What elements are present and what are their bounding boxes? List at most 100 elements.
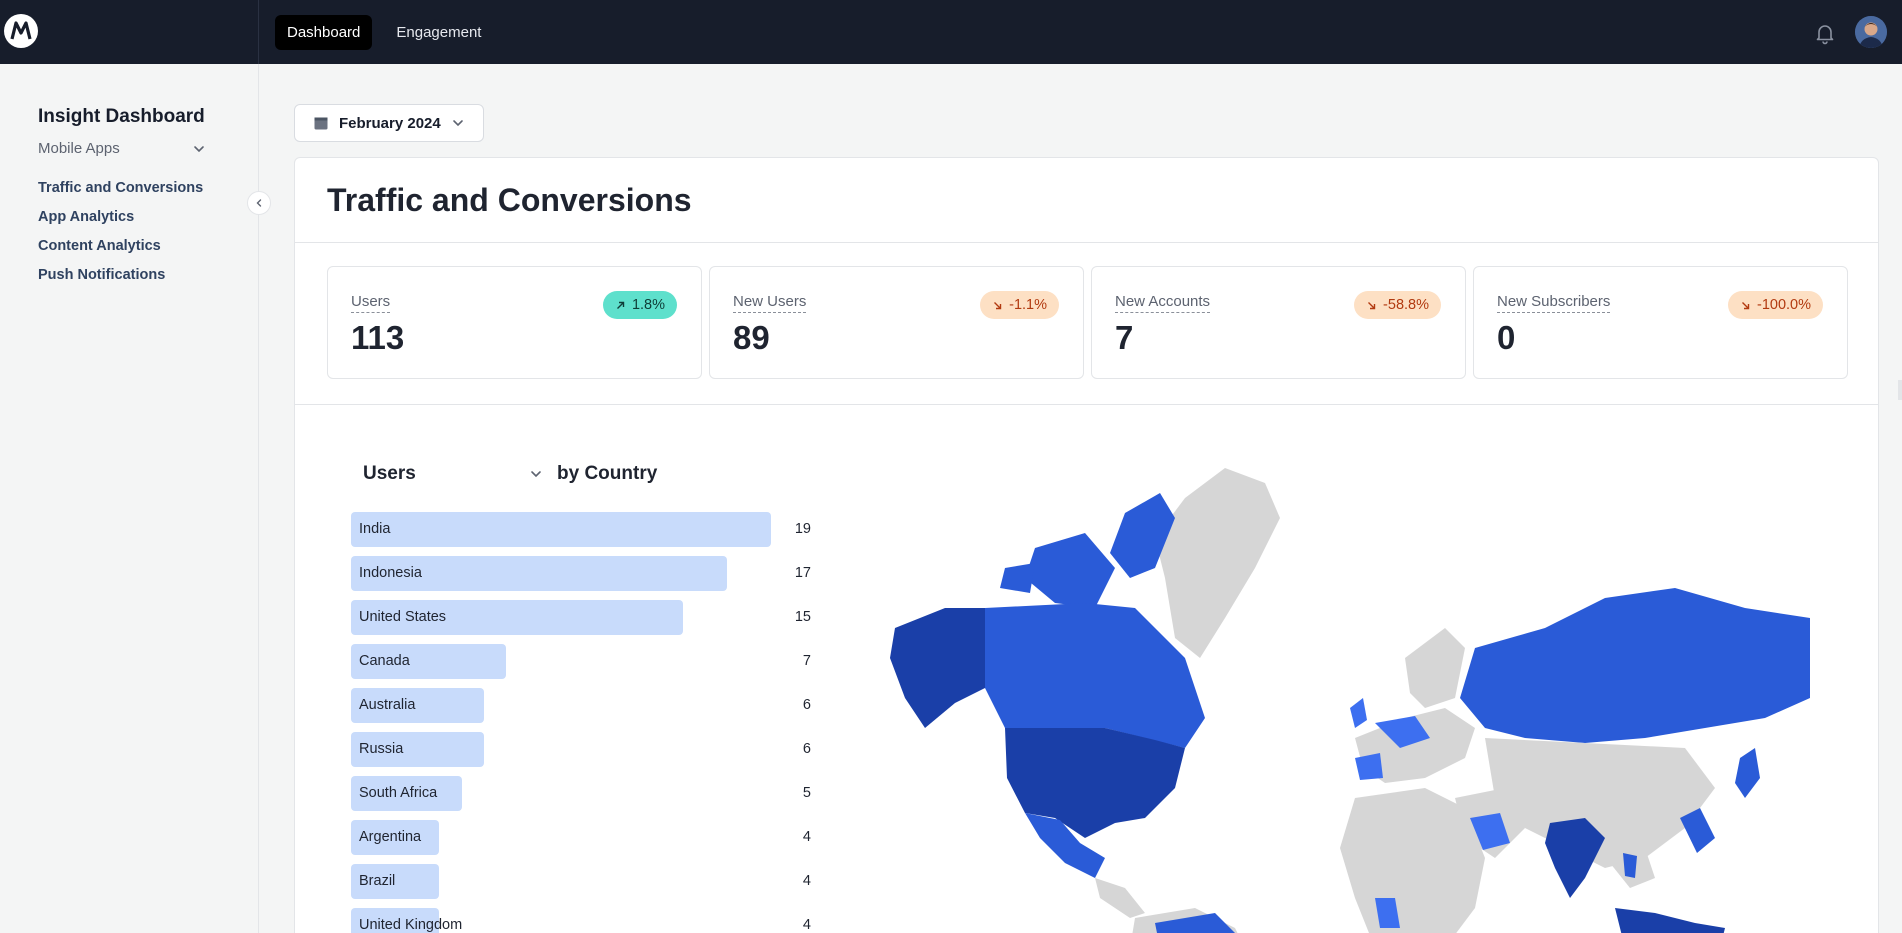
world-map (890, 468, 1810, 933)
stat-label: New Accounts (1115, 293, 1211, 313)
country-row[interactable]: Australia 6 (351, 688, 811, 723)
country-label: Canada (359, 653, 410, 669)
change-value: 1.8% (631, 297, 665, 313)
date-picker[interactable]: February 2024 (294, 104, 484, 142)
logo-m-icon (7, 17, 35, 45)
country-label: United States (359, 609, 447, 625)
map-asia[interactable] (1485, 738, 1715, 868)
user-avatar[interactable] (1855, 16, 1887, 48)
sidebar-collapse-button[interactable] (247, 191, 271, 215)
map-central-america[interactable] (1095, 878, 1145, 918)
country-label: Australia (359, 697, 416, 713)
change-badge: -1.1% (980, 291, 1059, 319)
map-europe[interactable] (1355, 708, 1475, 783)
country-row[interactable]: Indonesia 17 (351, 556, 811, 591)
map-africa[interactable] (1340, 788, 1485, 933)
stat-cards: Users 113 1.8% New Users 89 -1.1% New Ac… (327, 266, 1848, 379)
map-canada-arctic[interactable] (1000, 493, 1175, 608)
country-label: United Kingdom (359, 917, 463, 933)
metric-selector[interactable]: Users (363, 463, 543, 485)
calendar-icon (314, 117, 328, 130)
arrow-down-right-icon (1741, 301, 1750, 309)
country-value: 6 (802, 697, 811, 713)
map-indonesia[interactable] (1615, 908, 1725, 933)
country-label: Russia (359, 741, 404, 757)
country-value: 4 (802, 917, 811, 933)
stat-card-new-accounts[interactable]: New Accounts 7 -58.8% (1091, 266, 1466, 379)
app-logo[interactable] (4, 14, 38, 48)
arrow-up-right-icon (616, 301, 625, 309)
stat-label: New Subscribers (1497, 293, 1611, 313)
stat-value: 89 (733, 319, 770, 356)
country-value: 7 (802, 653, 811, 669)
stat-label: Users (351, 293, 391, 313)
map-south-america[interactable] (1130, 908, 1245, 933)
map-scandinavia[interactable] (1405, 628, 1465, 708)
sidebar-item-push-notifications[interactable]: Push Notifications (38, 267, 203, 283)
map-canada[interactable] (985, 603, 1205, 748)
chevron-down-icon (531, 471, 541, 478)
stat-card-users[interactable]: Users 113 1.8% (327, 266, 702, 379)
country-value: 4 (802, 873, 811, 889)
top-navigation-bar: Dashboard Engagement (0, 0, 1902, 64)
arrow-down-right-icon (1368, 301, 1376, 309)
tab-dashboard[interactable]: Dashboard (275, 15, 373, 50)
app-selector-label: Mobile Apps (38, 140, 120, 157)
stat-card-new-subscribers[interactable]: New Subscribers 0 -100.0% (1473, 266, 1848, 379)
country-value: 6 (802, 741, 811, 757)
divider (295, 242, 1878, 243)
traffic-card: Traffic and Conversions Users 113 1.8% N… (294, 157, 1879, 933)
country-bar (351, 512, 771, 547)
country-value: 19 (794, 521, 811, 537)
country-row[interactable]: Canada 7 (351, 644, 811, 679)
map-greenland[interactable] (1155, 468, 1280, 658)
stat-value: 7 (1115, 319, 1134, 356)
chevron-left-icon (256, 199, 262, 207)
page-title: Traffic and Conversions (327, 182, 692, 218)
chevron-down-icon (194, 145, 204, 152)
country-row[interactable]: United States 15 (351, 600, 811, 635)
country-value: 15 (794, 609, 811, 625)
sidebar-title: Insight Dashboard (38, 106, 205, 127)
chevron-down-icon (452, 120, 463, 127)
bell-icon[interactable] (1813, 21, 1837, 45)
change-value: -1.1% (1009, 297, 1047, 313)
topbar-divider (258, 0, 259, 64)
country-row[interactable]: Brazil 4 (351, 864, 811, 899)
sidebar-item-content-analytics[interactable]: Content Analytics (38, 238, 203, 254)
tab-engagement[interactable]: Engagement (384, 15, 493, 50)
stat-label: New Users (733, 293, 807, 313)
map-japan[interactable] (1735, 748, 1760, 798)
country-label: Indonesia (359, 565, 422, 581)
country-value: 17 (794, 565, 811, 581)
country-label: South Africa (359, 785, 438, 801)
dimension-label: by Country (557, 463, 658, 484)
change-badge: -100.0% (1727, 291, 1823, 319)
stat-value: 0 (1497, 319, 1516, 356)
scroll-edge (1898, 380, 1902, 400)
metric-selector-label: Users (363, 463, 416, 484)
change-value: -100.0% (1756, 297, 1811, 313)
map-russia[interactable] (1460, 588, 1810, 743)
map-uk[interactable] (1350, 698, 1367, 728)
country-row[interactable]: South Africa 5 (351, 776, 811, 811)
sidebar-item-traffic-and-conversions[interactable]: Traffic and Conversions (38, 180, 203, 196)
country-row[interactable]: Russia 6 (351, 732, 811, 767)
sidebar: Insight Dashboard Mobile Apps Traffic an… (0, 64, 271, 933)
sidebar-item-app-analytics[interactable]: App Analytics (38, 209, 203, 225)
top-tabs: Dashboard Engagement (275, 15, 493, 50)
country-row[interactable]: Argentina 4 (351, 820, 811, 855)
arrow-down-right-icon (994, 301, 1002, 309)
change-badge: 1.8% (602, 291, 677, 319)
country-label: Argentina (359, 829, 422, 845)
change-value: -58.8% (1383, 297, 1429, 313)
sidebar-nav: Traffic and Conversions App Analytics Co… (38, 180, 203, 283)
country-row[interactable]: India 19 (351, 512, 811, 547)
map-alaska[interactable] (890, 608, 985, 728)
change-badge: -58.8% (1354, 291, 1441, 319)
country-row[interactable]: United Kingdom 4 (351, 908, 811, 933)
stat-card-new-users[interactable]: New Users 89 -1.1% (709, 266, 1084, 379)
app-selector[interactable]: Mobile Apps (38, 140, 206, 157)
country-value: 4 (802, 829, 811, 845)
divider (295, 404, 1878, 405)
